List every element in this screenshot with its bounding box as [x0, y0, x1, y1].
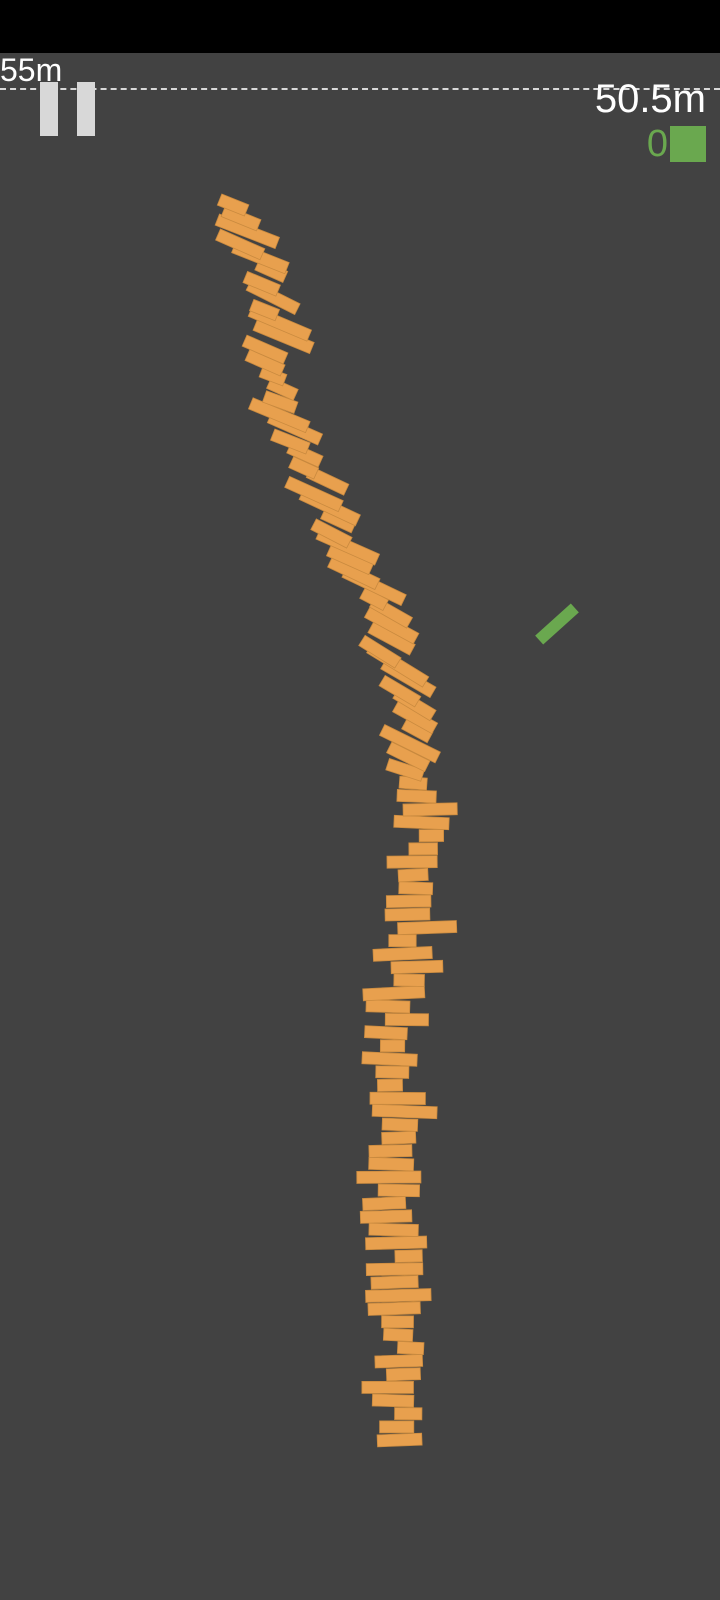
tower-block	[368, 1222, 419, 1237]
tower-block	[379, 1039, 406, 1053]
tower-playfield[interactable]	[0, 0, 720, 1600]
tower-block	[361, 1051, 418, 1067]
tower-block	[381, 1130, 417, 1145]
tower-block	[365, 1235, 428, 1251]
tower-block	[396, 1340, 425, 1356]
tower-block	[368, 1156, 415, 1172]
tower-block	[365, 1288, 432, 1303]
block-icon	[670, 126, 706, 162]
tower-block	[382, 1327, 414, 1342]
tower-block	[369, 1091, 426, 1105]
tower-block	[379, 1420, 415, 1434]
tower-block	[385, 1367, 422, 1382]
tower-block	[402, 802, 458, 817]
tower-block	[365, 1262, 424, 1277]
tower-block	[365, 999, 411, 1014]
tower-block	[418, 829, 445, 843]
tower-block	[384, 1013, 429, 1027]
tower-block	[371, 1393, 415, 1408]
tower-block	[381, 1117, 419, 1132]
tower-block	[362, 985, 426, 1002]
tower-block	[393, 814, 450, 831]
falling-block[interactable]	[535, 603, 579, 645]
block-tower	[214, 193, 458, 1448]
tower-block	[386, 855, 438, 869]
height-readout: 50.5m	[594, 77, 706, 121]
game-screen[interactable]: 55m 50.5m 0	[0, 0, 720, 1600]
tower-block	[359, 1209, 413, 1224]
tower-block	[364, 1025, 408, 1041]
block-counter: 0	[647, 124, 706, 164]
tower-block	[370, 1275, 419, 1290]
tower-block	[397, 920, 458, 936]
tower-block	[372, 946, 433, 962]
tower-block	[367, 1301, 421, 1316]
pause-bar-right	[77, 82, 95, 136]
tower-block	[362, 1196, 407, 1211]
tower-block	[361, 1381, 414, 1394]
tower-block	[408, 842, 438, 856]
pause-bar-left	[40, 82, 58, 136]
tower-block	[398, 881, 434, 896]
pause-button[interactable]	[40, 82, 96, 136]
tower-block	[385, 894, 432, 909]
tower-block	[377, 1183, 420, 1198]
tower-block	[393, 973, 425, 987]
tower-block	[384, 907, 431, 922]
tower-block	[394, 1407, 423, 1421]
blocks-remaining-count: 0	[646, 123, 668, 165]
tower-block	[375, 1065, 410, 1079]
tower-block	[397, 867, 429, 883]
tower-block	[356, 1170, 422, 1184]
tower-block	[374, 1354, 424, 1369]
tower-block	[396, 789, 437, 804]
tower-block	[371, 1103, 438, 1120]
tower-block	[377, 1078, 403, 1092]
tower-block	[390, 959, 444, 975]
tower-block	[381, 1315, 414, 1329]
tower-block	[376, 1432, 423, 1448]
tower-block	[388, 934, 417, 948]
tower-block	[368, 1144, 413, 1158]
tower-block	[394, 1249, 423, 1263]
